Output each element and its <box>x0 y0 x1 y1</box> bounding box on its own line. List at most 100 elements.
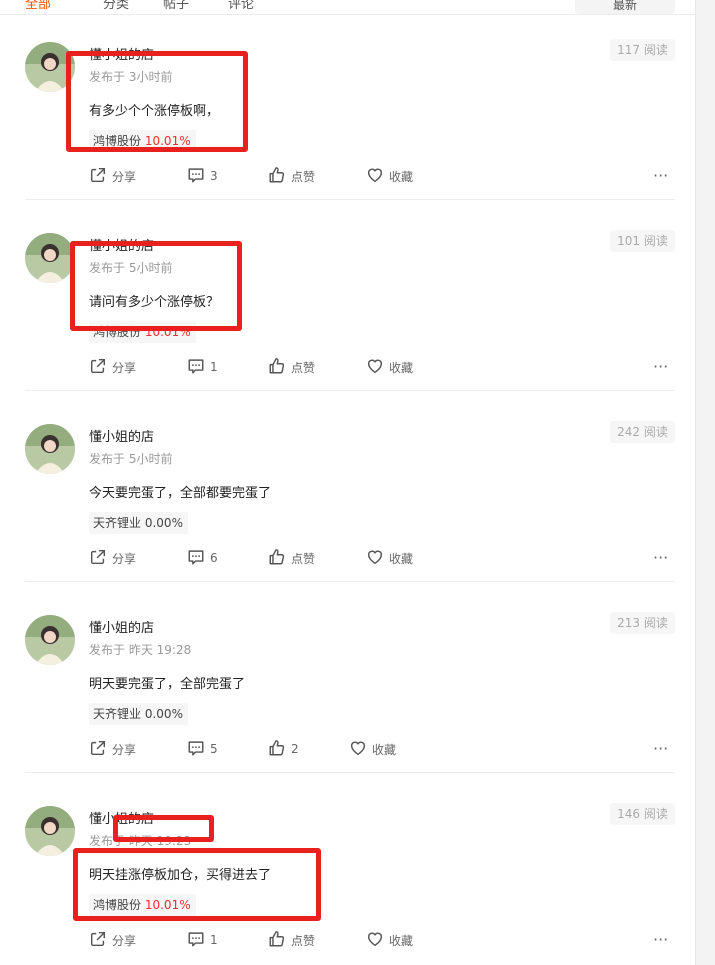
thumbs-up-icon <box>268 739 291 760</box>
avatar[interactable] <box>25 806 75 856</box>
share-label: 分享 <box>112 933 137 948</box>
stock-change: 10.01% <box>144 134 191 148</box>
thumbs-up-icon <box>268 930 291 951</box>
comment-button[interactable]: 6 <box>187 548 218 568</box>
share-button[interactable]: 分享 <box>89 166 136 186</box>
comment-icon <box>187 357 210 378</box>
comment-count: 3 <box>210 169 218 183</box>
stock-change: 10.01% <box>144 325 191 339</box>
read-count-badge: 117 阅读 <box>610 39 675 61</box>
collect-label: 收藏 <box>389 360 414 375</box>
heart-icon <box>366 166 389 187</box>
comment-button[interactable]: 1 <box>187 357 218 377</box>
collect-label: 收藏 <box>389 551 414 566</box>
post-content[interactable]: 请问有多少个涨停板？ <box>89 291 219 310</box>
post-content[interactable]: 明天要完蛋了，全部完蛋了 <box>89 673 245 692</box>
like-button[interactable]: 点赞 <box>268 357 315 377</box>
comment-button[interactable]: 5 <box>187 739 218 759</box>
comment-count: 6 <box>210 551 218 565</box>
post-time: 发布于 5小时前 <box>89 452 173 466</box>
share-icon <box>89 930 112 951</box>
post-content[interactable]: 明天挂涨停板加仓，买得进去了 <box>89 864 271 883</box>
like-count: 2 <box>291 742 299 756</box>
stock-change: 10.01% <box>144 898 191 912</box>
author-name[interactable]: 懂小姐的店 <box>89 235 154 254</box>
share-icon <box>89 357 112 378</box>
post-content[interactable]: 有多少个个涨停板啊， <box>89 100 219 119</box>
avatar[interactable] <box>25 615 75 665</box>
read-count-badge: 146 阅读 <box>610 803 675 825</box>
avatar[interactable] <box>25 233 75 283</box>
comment-icon <box>187 930 210 951</box>
share-button[interactable]: 分享 <box>89 548 136 568</box>
comment-button[interactable]: 3 <box>187 166 218 186</box>
author-name[interactable]: 懂小姐的店 <box>89 44 154 63</box>
stock-name: 天齐锂业 <box>93 707 142 721</box>
heart-icon <box>366 930 389 951</box>
collect-button[interactable]: 收藏 <box>366 166 413 186</box>
stock-tag[interactable]: 鸿博股份 10.01% <box>89 130 196 152</box>
more-options-icon[interactable]: ··· <box>653 740 668 758</box>
stock-tag[interactable]: 鸿博股份 10.01% <box>89 894 196 916</box>
post-card: 懂小姐的店 发布于 昨天 19:23 146 阅读 明天挂涨停板加仓，买得进去了… <box>0 773 695 964</box>
like-label: 点赞 <box>291 551 316 566</box>
like-button[interactable]: 点赞 <box>268 548 315 568</box>
more-options-icon[interactable]: ··· <box>653 549 668 567</box>
comment-icon <box>187 548 210 569</box>
collect-button[interactable]: 收藏 <box>366 548 413 568</box>
author-name[interactable]: 懂小姐的店 <box>89 426 154 445</box>
collect-button[interactable]: 收藏 <box>349 739 396 759</box>
share-label: 分享 <box>112 360 137 375</box>
post-content[interactable]: 今天要完蛋了，全部都要完蛋了 <box>89 482 271 501</box>
stock-name: 鸿博股份 <box>93 134 142 148</box>
more-options-icon[interactable]: ··· <box>653 358 668 376</box>
share-label: 分享 <box>112 169 137 184</box>
more-options-icon[interactable]: ··· <box>653 931 668 949</box>
heart-icon <box>366 357 389 378</box>
collect-button[interactable]: 收藏 <box>366 930 413 950</box>
collect-button[interactable]: 收藏 <box>366 357 413 377</box>
like-button[interactable]: 点赞 <box>268 930 315 950</box>
share-icon <box>89 739 112 760</box>
share-button[interactable]: 分享 <box>89 739 136 759</box>
share-button[interactable]: 分享 <box>89 930 136 950</box>
comment-count: 1 <box>210 933 218 947</box>
post-card: 懂小姐的店 发布于 5小时前 242 阅读 今天要完蛋了，全部都要完蛋了 天齐锂… <box>0 391 695 582</box>
post-time: 发布于 昨天 19:23 <box>89 834 192 848</box>
comment-icon <box>187 739 210 760</box>
share-button[interactable]: 分享 <box>89 357 136 377</box>
stock-name: 天齐锂业 <box>93 516 142 530</box>
comment-count: 5 <box>210 742 218 756</box>
share-label: 分享 <box>112 742 137 757</box>
heart-icon <box>349 739 372 760</box>
author-name[interactable]: 懂小姐的店 <box>89 617 154 636</box>
comment-icon <box>187 166 210 187</box>
read-count-badge: 242 阅读 <box>610 421 675 443</box>
stock-tag[interactable]: 天齐锂业 0.00% <box>89 512 188 534</box>
collect-label: 收藏 <box>389 169 414 184</box>
post-time: 发布于 3小时前 <box>89 70 173 84</box>
comment-button[interactable]: 1 <box>187 930 218 950</box>
post-time: 发布于 5小时前 <box>89 261 173 275</box>
share-icon <box>89 166 112 187</box>
author-name[interactable]: 懂小姐的店 <box>89 808 154 827</box>
stock-name: 鸿博股份 <box>93 325 142 339</box>
post-time: 发布于 昨天 19:28 <box>89 643 192 657</box>
like-button[interactable]: 2 <box>268 739 299 759</box>
stock-tag[interactable]: 鸿博股份 10.01% <box>89 321 196 343</box>
like-label: 点赞 <box>291 360 316 375</box>
post-card: 懂小姐的店 发布于 5小时前 101 阅读 请问有多少个涨停板？ 鸿博股份 10… <box>0 200 695 391</box>
collect-label: 收藏 <box>389 933 414 948</box>
post-card: 懂小姐的店 发布于 昨天 19:28 213 阅读 明天要完蛋了，全部完蛋了 天… <box>0 582 695 773</box>
thumbs-up-icon <box>268 548 291 569</box>
like-label: 点赞 <box>291 169 316 184</box>
more-options-icon[interactable]: ··· <box>653 167 668 185</box>
thumbs-up-icon <box>268 357 291 378</box>
like-button[interactable]: 点赞 <box>268 166 315 186</box>
avatar[interactable] <box>25 42 75 92</box>
thumbs-up-icon <box>268 166 291 187</box>
stock-tag[interactable]: 天齐锂业 0.00% <box>89 703 188 725</box>
stock-name: 鸿博股份 <box>93 898 142 912</box>
page-scrollbar[interactable] <box>695 0 715 965</box>
avatar[interactable] <box>25 424 75 474</box>
